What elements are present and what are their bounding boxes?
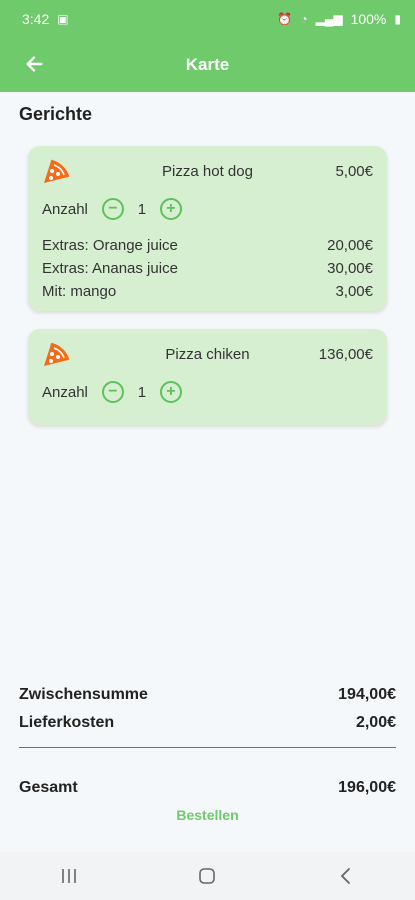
total-label: Gesamt bbox=[19, 779, 78, 796]
wifi-icon: ◔ bbox=[300, 12, 308, 26]
extra-row: Extras: Orange juice 20,00€ bbox=[42, 234, 373, 257]
extras-list: Extras: Orange juice 20,00€ Extras: Anan… bbox=[42, 234, 373, 303]
section-title: Gerichte bbox=[19, 104, 93, 124]
extra-label: Extras: Orange juice bbox=[42, 237, 178, 254]
delivery-label: Lieferkosten bbox=[19, 714, 115, 731]
system-nav-bar bbox=[0, 852, 415, 900]
delivery-row: Lieferkosten 2,00€ bbox=[19, 709, 396, 737]
cart-item-header: Pizza hot dog 5,00€ bbox=[42, 156, 373, 186]
home-icon bbox=[199, 868, 216, 884]
status-right: ⏰ ◔ ▂▄▆ 100% ▮ bbox=[277, 11, 401, 27]
cart-item-header: Pizza chiken 136,00€ bbox=[42, 339, 373, 369]
page-title: Karte bbox=[185, 55, 230, 74]
quantity-label: Anzahl bbox=[42, 383, 88, 401]
extra-row: Mit: mango 3,00€ bbox=[42, 280, 373, 303]
chevron-left-icon bbox=[340, 868, 350, 884]
home-button[interactable] bbox=[187, 861, 227, 891]
battery-icon: ▮ bbox=[394, 12, 401, 26]
signal-icon: ▂▄▆ bbox=[315, 12, 343, 26]
total-value: 196,00€ bbox=[338, 779, 396, 796]
quantity-value: 1 bbox=[137, 383, 147, 401]
increment-button[interactable]: + bbox=[159, 198, 182, 220]
subtotal-value: 194,00€ bbox=[338, 686, 396, 703]
system-back-button[interactable] bbox=[326, 861, 366, 891]
alarm-icon: ⏰ bbox=[277, 12, 293, 26]
recent-apps-button[interactable] bbox=[49, 861, 89, 891]
order-button[interactable]: Bestellen bbox=[0, 807, 415, 823]
total-row: Gesamt 196,00€ bbox=[19, 774, 396, 802]
extra-row: Extras: Ananas juice 30,00€ bbox=[42, 257, 373, 280]
quantity-stepper: Anzahl − 1 + bbox=[42, 196, 373, 222]
quantity-stepper: Anzahl − 1 + bbox=[42, 379, 373, 405]
quantity-value: 1 bbox=[137, 200, 147, 218]
back-button[interactable] bbox=[20, 50, 48, 78]
order-summary: Zwischensumme 194,00€ Lieferkosten 2,00€… bbox=[19, 681, 396, 802]
cart-item-price: 5,00€ bbox=[335, 162, 373, 180]
decrement-button[interactable]: − bbox=[101, 198, 124, 220]
extra-price: 3,00€ bbox=[335, 283, 373, 300]
extra-label: Extras: Ananas juice bbox=[42, 260, 178, 277]
extra-price: 20,00€ bbox=[327, 237, 373, 254]
subtotal-row: Zwischensumme 194,00€ bbox=[19, 681, 396, 709]
status-bar: 3:42 ▣ ⏰ ◔ ▂▄▆ 100% ▮ bbox=[0, 0, 415, 38]
status-left: 3:42 ▣ bbox=[22, 11, 69, 27]
extra-price: 30,00€ bbox=[327, 260, 373, 277]
decrement-button[interactable]: − bbox=[101, 381, 124, 403]
cart-item-card: Pizza hot dog 5,00€ Anzahl − 1 + Extras:… bbox=[28, 146, 387, 311]
battery-percent: 100% bbox=[350, 11, 387, 27]
status-time: 3:42 bbox=[22, 11, 50, 27]
arrow-left-icon bbox=[26, 56, 43, 72]
cart-item-price: 136,00€ bbox=[318, 345, 373, 363]
plus-circle-icon: + bbox=[166, 200, 176, 217]
increment-button[interactable]: + bbox=[159, 381, 182, 403]
minus-circle-icon: − bbox=[108, 200, 118, 217]
gallery-icon: ▣ bbox=[57, 12, 69, 26]
cart-item-card: Pizza chiken 136,00€ Anzahl − 1 + bbox=[28, 329, 387, 425]
cart-item-name: Pizza hot dog bbox=[162, 162, 253, 180]
app-bar: Karte bbox=[0, 38, 415, 92]
quantity-label: Anzahl bbox=[42, 200, 88, 218]
subtotal-label: Zwischensumme bbox=[19, 686, 148, 703]
recent-apps-icon bbox=[62, 869, 76, 883]
plus-circle-icon: + bbox=[166, 383, 176, 400]
delivery-value: 2,00€ bbox=[355, 714, 396, 731]
divider bbox=[19, 747, 396, 748]
extra-label: Mit: mango bbox=[42, 283, 117, 300]
minus-circle-icon: − bbox=[108, 383, 118, 400]
